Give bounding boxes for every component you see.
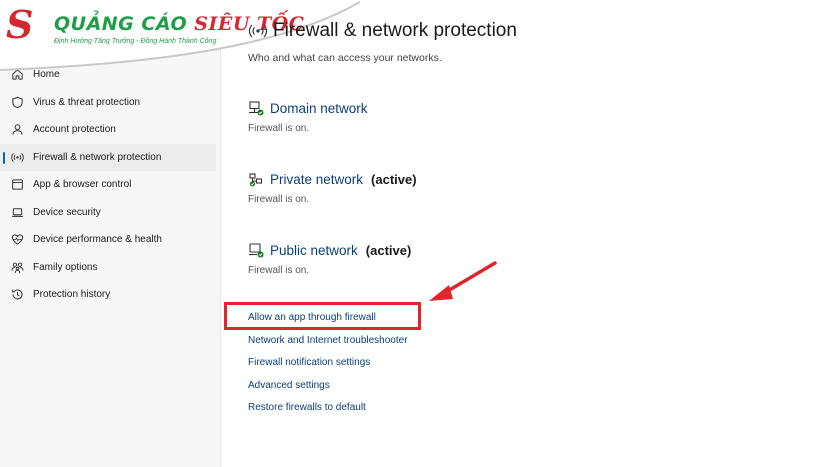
red-arrow-icon (429, 261, 497, 301)
private-network-link[interactable]: Private network (270, 172, 363, 187)
sidebar-item-firewall[interactable]: Firewall & network protection (0, 143, 216, 171)
sidebar-item-protection-history[interactable]: Protection history (0, 281, 218, 309)
history-icon (10, 288, 24, 302)
private-network-icon (249, 173, 263, 187)
antenna-icon (248, 24, 268, 38)
family-icon (10, 260, 24, 274)
restore-firewalls-default-link[interactable]: Restore firewalls to default (248, 402, 408, 425)
heart-pulse-icon (10, 233, 24, 247)
sidebar-item-device-performance[interactable]: Device performance & health (0, 226, 218, 254)
sidebar-nav: Home Virus & threat protection Account p… (0, 61, 218, 309)
person-icon (10, 123, 24, 137)
highlight-box (224, 302, 421, 330)
sidebar-item-app-browser[interactable]: App & browser control (0, 171, 218, 199)
antenna-icon (10, 150, 24, 164)
public-network-icon (249, 243, 264, 258)
domain-network-link[interactable]: Domain network (270, 101, 368, 116)
network-troubleshooter-link[interactable]: Network and Internet troubleshooter (248, 335, 408, 358)
sidebar-item-label: App & browser control (33, 179, 132, 191)
page-subtitle: Who and what can access your networks. (248, 52, 442, 64)
sidebar-item-label: Firewall & network protection (33, 151, 162, 163)
sidebar-item-label: Device performance & health (33, 234, 162, 246)
page-title: Firewall & network protection (273, 20, 517, 41)
sidebar-item-label: Device security (33, 206, 101, 218)
public-network-section: Public network (active) Firewall is on. (248, 242, 412, 277)
private-network-status: Firewall is on. (248, 194, 310, 205)
sidebar-item-family[interactable]: Family options (0, 254, 218, 282)
private-network-section: Private network (active) Firewall is on. (248, 171, 417, 206)
logo-title-part-a: QUẢNG CÁO (54, 13, 195, 35)
sidebar-item-label: Virus & threat protection (33, 96, 141, 108)
public-network-link[interactable]: Public network (270, 243, 358, 258)
sidebar-item-label: Protection history (33, 289, 111, 301)
private-network-active-label: (active) (371, 171, 417, 187)
page-header: Firewall & network protection (248, 20, 517, 42)
sidebar-item-virus-threat[interactable]: Virus & threat protection (0, 89, 218, 117)
logo-tagline: Định Hướng Tăng Trưởng - Đồng Hành Thành… (54, 38, 217, 45)
sidebar-item-label: Family options (33, 261, 98, 273)
domain-network-status: Firewall is on. (248, 123, 310, 134)
public-network-active-label: (active) (365, 242, 412, 258)
firewall-notification-settings-link[interactable]: Firewall notification settings (248, 357, 408, 380)
public-network-status: Firewall is on. (248, 265, 310, 276)
sidebar-item-label: Account protection (33, 124, 116, 136)
domain-network-section: Domain network Firewall is on. (248, 100, 368, 135)
shield-icon (10, 95, 24, 109)
advanced-settings-link[interactable]: Advanced settings (248, 380, 408, 403)
browser-window-icon (10, 178, 24, 192)
logo-letter: S (6, 2, 34, 47)
laptop-icon (10, 205, 24, 219)
domain-network-icon (249, 101, 264, 116)
sidebar-item-account[interactable]: Account protection (0, 116, 218, 144)
sidebar-item-device-security[interactable]: Device security (0, 199, 218, 227)
